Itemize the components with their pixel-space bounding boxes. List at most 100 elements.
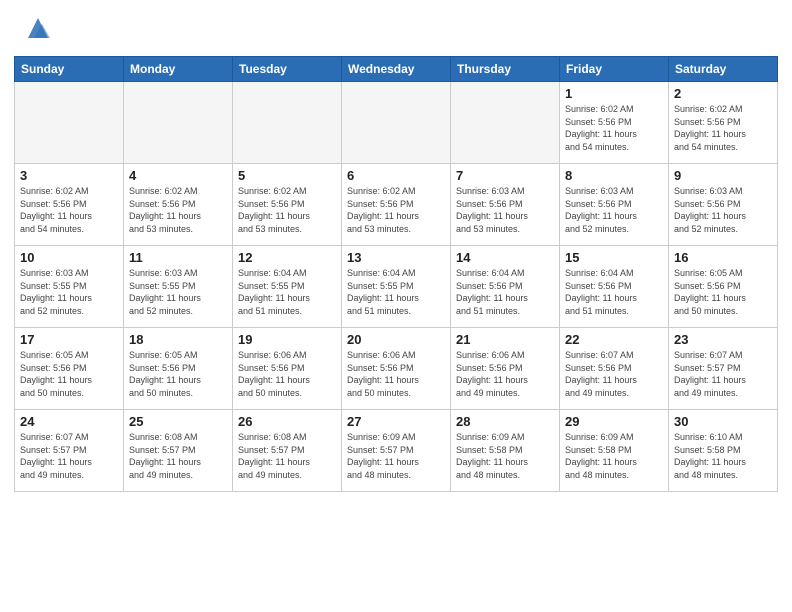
- calendar-cell: 17 Sunrise: 6:05 AM Sunset: 5:56 PM Dayli…: [15, 328, 124, 410]
- day-number: 30: [674, 414, 772, 429]
- calendar-week-row: 10 Sunrise: 6:03 AM Sunset: 5:55 PM Dayli…: [15, 246, 778, 328]
- day-info: Sunrise: 6:02 AM Sunset: 5:56 PM Dayligh…: [565, 103, 663, 153]
- header: [0, 0, 792, 48]
- calendar-header-row: SundayMondayTuesdayWednesdayThursdayFrid…: [15, 57, 778, 82]
- day-number: 3: [20, 168, 118, 183]
- calendar-cell: 19Sunrise: 6:06 AM Sunset: 5:56 PM Dayli…: [233, 328, 342, 410]
- calendar-cell: 11 Sunrise: 6:03 AM Sunset: 5:55 PM Dayli…: [124, 246, 233, 328]
- calendar-header-sunday: Sunday: [15, 57, 124, 82]
- day-info: Sunrise: 6:02 AM Sunset: 5:56 PM Dayligh…: [674, 103, 772, 153]
- day-info: Sunrise: 6:03 AM Sunset: 5:56 PM Dayligh…: [674, 185, 772, 235]
- day-info: Sunrise: 6:06 AM Sunset: 5:56 PM Dayligh…: [347, 349, 445, 399]
- calendar-cell: [342, 82, 451, 164]
- day-number: 22: [565, 332, 663, 347]
- day-number: 13: [347, 250, 445, 265]
- day-info: Sunrise: 6:08 AM Sunset: 5:57 PM Dayligh…: [129, 431, 227, 481]
- calendar-cell: 16 Sunrise: 6:05 AM Sunset: 5:56 PM Dayli…: [669, 246, 778, 328]
- calendar-cell: 1 Sunrise: 6:02 AM Sunset: 5:56 PM Daylig…: [560, 82, 669, 164]
- calendar-cell: 6 Sunrise: 6:02 AM Sunset: 5:56 PM Daylig…: [342, 164, 451, 246]
- calendar-cell: 20 Sunrise: 6:06 AM Sunset: 5:56 PM Dayli…: [342, 328, 451, 410]
- calendar-cell: 25 Sunrise: 6:08 AM Sunset: 5:57 PM Dayli…: [124, 410, 233, 492]
- calendar-cell: 13 Sunrise: 6:04 AM Sunset: 5:55 PM Dayli…: [342, 246, 451, 328]
- calendar-cell: 29 Sunrise: 6:09 AM Sunset: 5:58 PM Dayli…: [560, 410, 669, 492]
- calendar-header-monday: Monday: [124, 57, 233, 82]
- day-info: Sunrise: 6:03 AM Sunset: 5:55 PM Dayligh…: [129, 267, 227, 317]
- calendar-cell: 3 Sunrise: 6:02 AM Sunset: 5:56 PM Daylig…: [15, 164, 124, 246]
- day-number: 5: [238, 168, 336, 183]
- day-number: 12: [238, 250, 336, 265]
- calendar-cell: 7Sunrise: 6:03 AM Sunset: 5:56 PM Daylig…: [451, 164, 560, 246]
- logo: [24, 18, 52, 42]
- day-number: 8: [565, 168, 663, 183]
- calendar-week-row: 24 Sunrise: 6:07 AM Sunset: 5:57 PM Dayli…: [15, 410, 778, 492]
- day-info: Sunrise: 6:09 AM Sunset: 5:58 PM Dayligh…: [565, 431, 663, 481]
- day-number: 11: [129, 250, 227, 265]
- day-number: 17: [20, 332, 118, 347]
- day-info: Sunrise: 6:04 AM Sunset: 5:55 PM Dayligh…: [238, 267, 336, 317]
- calendar-header-saturday: Saturday: [669, 57, 778, 82]
- day-info: Sunrise: 6:06 AM Sunset: 5:56 PM Dayligh…: [456, 349, 554, 399]
- logo-icon: [24, 14, 52, 42]
- calendar-header-thursday: Thursday: [451, 57, 560, 82]
- day-info: Sunrise: 6:07 AM Sunset: 5:57 PM Dayligh…: [674, 349, 772, 399]
- day-info: Sunrise: 6:02 AM Sunset: 5:56 PM Dayligh…: [238, 185, 336, 235]
- day-number: 21: [456, 332, 554, 347]
- calendar-cell: 2 Sunrise: 6:02 AM Sunset: 5:56 PM Daylig…: [669, 82, 778, 164]
- day-info: Sunrise: 6:05 AM Sunset: 5:56 PM Dayligh…: [674, 267, 772, 317]
- calendar-cell: 30 Sunrise: 6:10 AM Sunset: 5:58 PM Dayli…: [669, 410, 778, 492]
- day-info: Sunrise: 6:05 AM Sunset: 5:56 PM Dayligh…: [20, 349, 118, 399]
- day-number: 24: [20, 414, 118, 429]
- day-number: 26: [238, 414, 336, 429]
- page: SundayMondayTuesdayWednesdayThursdayFrid…: [0, 0, 792, 612]
- day-number: 28: [456, 414, 554, 429]
- day-info: Sunrise: 6:04 AM Sunset: 5:55 PM Dayligh…: [347, 267, 445, 317]
- calendar-cell: [124, 82, 233, 164]
- day-info: Sunrise: 6:04 AM Sunset: 5:56 PM Dayligh…: [565, 267, 663, 317]
- day-info: Sunrise: 6:10 AM Sunset: 5:58 PM Dayligh…: [674, 431, 772, 481]
- calendar-cell: 24 Sunrise: 6:07 AM Sunset: 5:57 PM Dayli…: [15, 410, 124, 492]
- day-number: 10: [20, 250, 118, 265]
- calendar-cell: 5 Sunrise: 6:02 AM Sunset: 5:56 PM Daylig…: [233, 164, 342, 246]
- calendar-cell: 8 Sunrise: 6:03 AM Sunset: 5:56 PM Daylig…: [560, 164, 669, 246]
- day-info: Sunrise: 6:02 AM Sunset: 5:56 PM Dayligh…: [20, 185, 118, 235]
- day-number: 6: [347, 168, 445, 183]
- day-number: 19: [238, 332, 336, 347]
- day-info: Sunrise: 6:03 AM Sunset: 5:55 PM Dayligh…: [20, 267, 118, 317]
- day-number: 14: [456, 250, 554, 265]
- calendar-cell: 12 Sunrise: 6:04 AM Sunset: 5:55 PM Dayli…: [233, 246, 342, 328]
- day-number: 23: [674, 332, 772, 347]
- calendar-header-friday: Friday: [560, 57, 669, 82]
- calendar-cell: 26Sunrise: 6:08 AM Sunset: 5:57 PM Dayli…: [233, 410, 342, 492]
- calendar-header-tuesday: Tuesday: [233, 57, 342, 82]
- day-number: 25: [129, 414, 227, 429]
- day-number: 7: [456, 168, 554, 183]
- day-number: 2: [674, 86, 772, 101]
- day-info: Sunrise: 6:02 AM Sunset: 5:56 PM Dayligh…: [129, 185, 227, 235]
- calendar-cell: [15, 82, 124, 164]
- day-number: 27: [347, 414, 445, 429]
- calendar-header-wednesday: Wednesday: [342, 57, 451, 82]
- calendar-table: SundayMondayTuesdayWednesdayThursdayFrid…: [14, 56, 778, 492]
- day-info: Sunrise: 6:02 AM Sunset: 5:56 PM Dayligh…: [347, 185, 445, 235]
- day-number: 1: [565, 86, 663, 101]
- day-info: Sunrise: 6:07 AM Sunset: 5:56 PM Dayligh…: [565, 349, 663, 399]
- day-number: 29: [565, 414, 663, 429]
- calendar-cell: 10 Sunrise: 6:03 AM Sunset: 5:55 PM Dayli…: [15, 246, 124, 328]
- day-info: Sunrise: 6:05 AM Sunset: 5:56 PM Dayligh…: [129, 349, 227, 399]
- day-info: Sunrise: 6:03 AM Sunset: 5:56 PM Dayligh…: [565, 185, 663, 235]
- calendar-cell: 23 Sunrise: 6:07 AM Sunset: 5:57 PM Dayli…: [669, 328, 778, 410]
- calendar-cell: 15 Sunrise: 6:04 AM Sunset: 5:56 PM Dayli…: [560, 246, 669, 328]
- day-number: 15: [565, 250, 663, 265]
- day-number: 20: [347, 332, 445, 347]
- calendar-cell: [233, 82, 342, 164]
- day-info: Sunrise: 6:07 AM Sunset: 5:57 PM Dayligh…: [20, 431, 118, 481]
- day-number: 9: [674, 168, 772, 183]
- day-info: Sunrise: 6:09 AM Sunset: 5:58 PM Dayligh…: [456, 431, 554, 481]
- calendar-cell: 4Sunrise: 6:02 AM Sunset: 5:56 PM Daylig…: [124, 164, 233, 246]
- day-number: 18: [129, 332, 227, 347]
- calendar-cell: 14Sunrise: 6:04 AM Sunset: 5:56 PM Dayli…: [451, 246, 560, 328]
- calendar-cell: 22 Sunrise: 6:07 AM Sunset: 5:56 PM Dayli…: [560, 328, 669, 410]
- calendar-cell: 18 Sunrise: 6:05 AM Sunset: 5:56 PM Dayli…: [124, 328, 233, 410]
- day-number: 16: [674, 250, 772, 265]
- calendar-cell: [451, 82, 560, 164]
